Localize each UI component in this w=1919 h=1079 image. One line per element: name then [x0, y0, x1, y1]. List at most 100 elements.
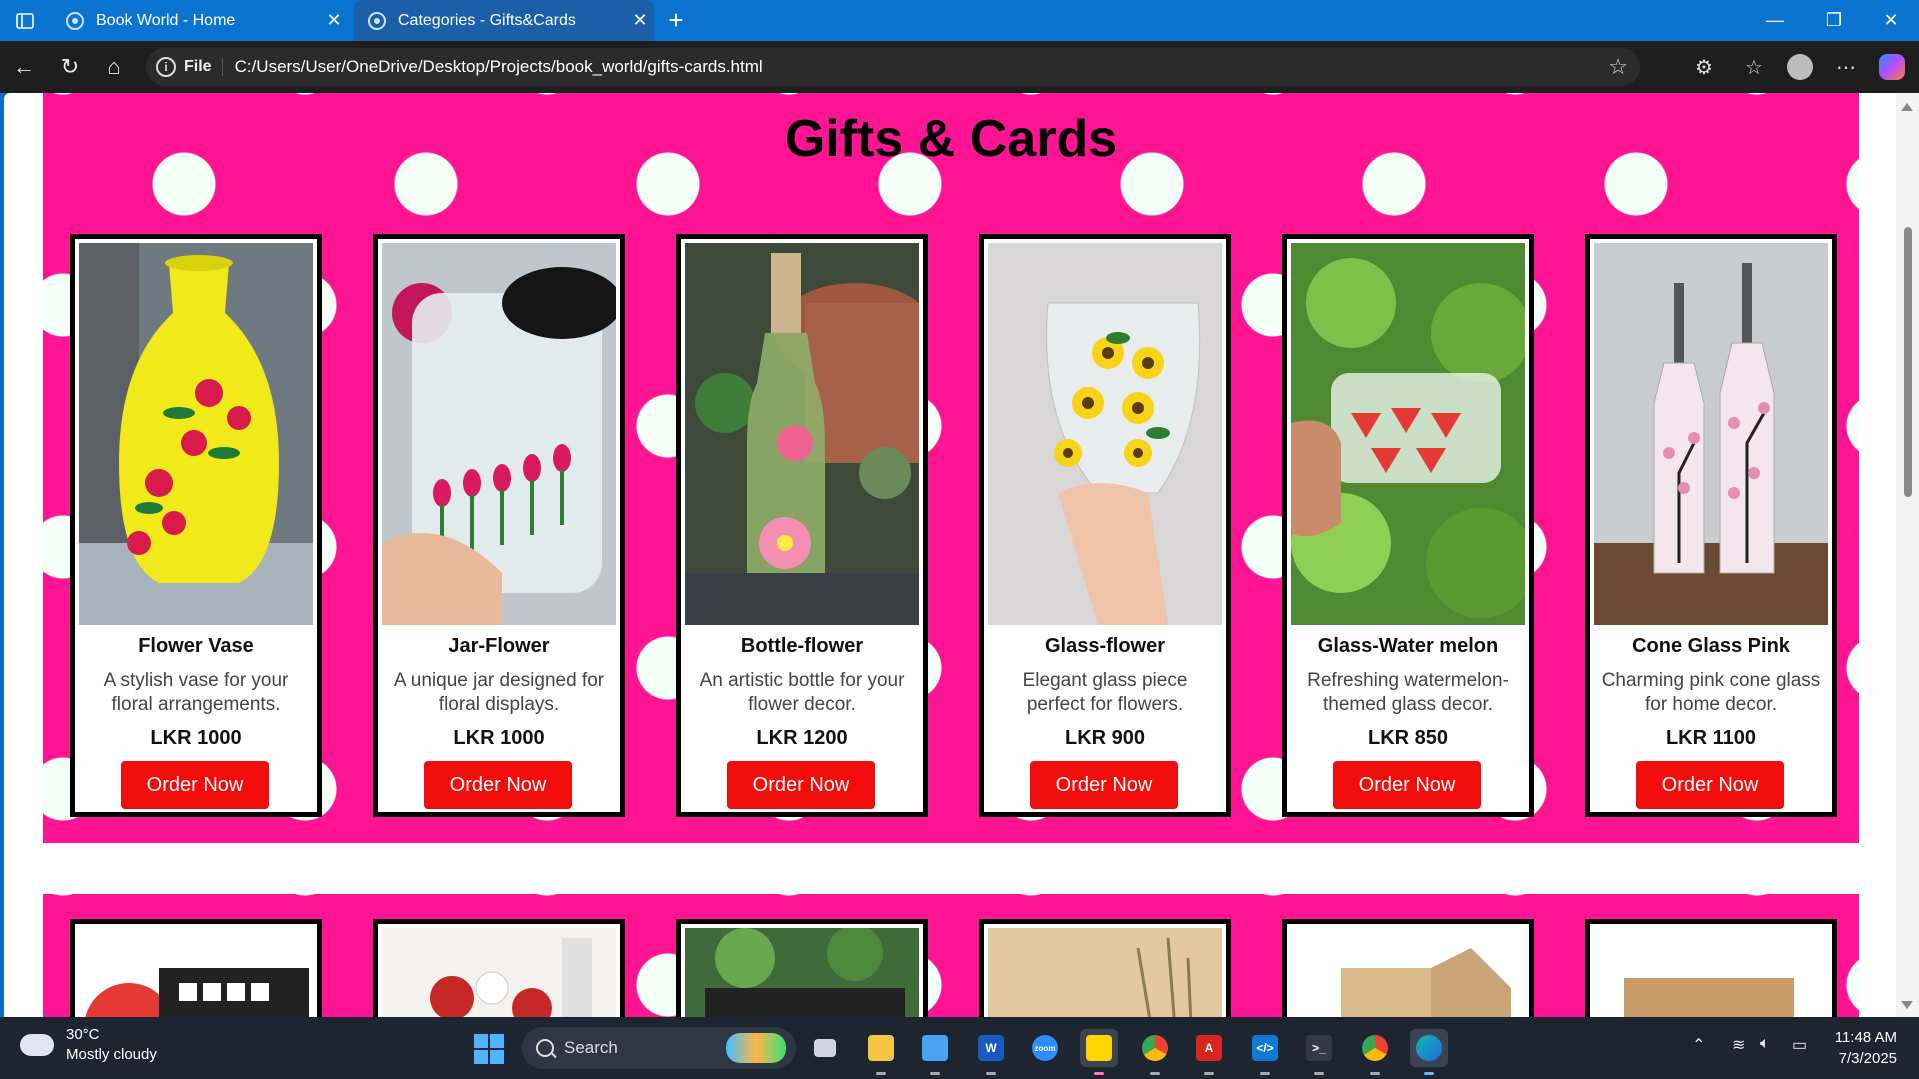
product-price: LKR 850	[1367, 727, 1449, 749]
product-card: Jar-Flower A unique jar designed for flo…	[373, 234, 625, 817]
url-text[interactable]: C:/Users/User/OneDrive/Desktop/Projects/…	[235, 57, 763, 77]
order-now-button[interactable]: Order Now	[1030, 761, 1178, 809]
tab-actions-icon[interactable]	[12, 8, 38, 34]
search-highlight-image	[726, 1033, 786, 1063]
order-now-button[interactable]: Order Now	[727, 761, 875, 809]
clock-time: 11:48 AM	[1834, 1029, 1897, 1046]
order-now-button[interactable]: Order Now	[1333, 761, 1481, 809]
gifts-cards-section-2	[43, 894, 1859, 1017]
page-title: Gifts & Cards	[784, 110, 1118, 168]
clock-date: 7/3/2025	[1838, 1050, 1897, 1067]
tab-label: Book World - Home	[96, 11, 236, 29]
chrome-icon[interactable]	[1136, 1029, 1174, 1075]
favorites-icon[interactable]: ☆	[1738, 51, 1770, 83]
jar-flower-image[interactable]	[382, 243, 616, 625]
scrollbar-thumb[interactable]	[1904, 227, 1912, 497]
scroll-down-icon[interactable]	[1901, 1001, 1913, 1009]
windows-start-icon[interactable]	[474, 1034, 504, 1064]
close-tab-icon[interactable]: ✕	[320, 10, 348, 31]
product-card	[373, 919, 625, 1017]
word-icon[interactable]: W	[972, 1029, 1010, 1075]
tab-label: Categories - Gifts&Cards	[398, 11, 576, 29]
restore-icon[interactable]: ❐	[1806, 0, 1862, 41]
product-card: Flower Vase A stylish vase for your flor…	[70, 234, 322, 817]
copilot-icon[interactable]	[1876, 51, 1908, 83]
glass-flower-image[interactable]	[988, 243, 1222, 625]
order-now-button[interactable]: Order Now	[424, 761, 572, 809]
product-card	[1282, 919, 1534, 1017]
new-tab-icon[interactable]: +	[662, 4, 690, 36]
product-description: A unique jar designed for floral display…	[393, 670, 605, 715]
product-card: Glass-Water melon Refreshing watermelon-…	[1282, 234, 1534, 817]
tab-book-world-home[interactable]: Book World - Home ✕	[52, 0, 348, 41]
product-card	[979, 919, 1231, 1017]
product-price: LKR 1000	[453, 727, 545, 749]
product-name: Jar-Flower	[448, 635, 550, 657]
close-tab-icon[interactable]: ✕	[626, 10, 654, 31]
product-image[interactable]	[1594, 928, 1828, 1017]
order-now-button[interactable]: Order Now	[1636, 761, 1784, 809]
product-card: Bottle-flower An artistic bottle for you…	[676, 234, 928, 817]
show-hidden-icons-icon[interactable]: ⌃	[1692, 1035, 1705, 1055]
search-icon	[536, 1039, 554, 1057]
product-description: Elegant glass piece perfect for flowers.	[1022, 670, 1188, 715]
minimize-icon[interactable]: —	[1747, 0, 1803, 41]
browser-tab-strip: Book World - Home ✕ Categories - Gifts&C…	[0, 0, 1919, 41]
favorite-star-icon[interactable]: ☆	[1608, 54, 1628, 80]
weather-temperature: 30°C	[66, 1026, 100, 1043]
volume-icon[interactable]: 🔈︎	[1760, 1035, 1770, 1053]
page-scrollbar[interactable]	[1896, 93, 1919, 1017]
flower-vase-image[interactable]	[79, 243, 313, 625]
product-card	[676, 919, 928, 1017]
site-info-icon[interactable]: i	[156, 57, 176, 77]
home-icon[interactable]: ⌂	[98, 51, 130, 83]
product-price: LKR 1100	[1665, 727, 1757, 749]
chrome-profile-icon[interactable]	[1356, 1029, 1394, 1075]
sticky-notes-icon[interactable]	[1080, 1029, 1118, 1075]
product-image[interactable]	[79, 928, 313, 1017]
product-card: Cone Glass Pink Charming pink cone glass…	[1585, 234, 1837, 817]
tab-gifts-cards[interactable]: Categories - Gifts&Cards ✕	[354, 0, 654, 41]
product-image[interactable]	[1291, 928, 1525, 1017]
system-clock[interactable]: 11:48 AM 7/3/2025	[1835, 1027, 1897, 1069]
file-explorer-icon[interactable]	[862, 1029, 900, 1075]
product-name: Bottle-flower	[740, 635, 864, 657]
address-bar[interactable]: i File C:/Users/User/OneDrive/Desktop/Pr…	[146, 48, 1640, 86]
battery-icon[interactable]: ▭	[1792, 1035, 1807, 1055]
acrobat-icon[interactable]: A	[1190, 1029, 1228, 1075]
cone-glass-pink-image[interactable]	[1594, 243, 1828, 625]
terminal-icon[interactable]: >_	[1300, 1029, 1338, 1075]
product-name: Glass-Water melon	[1317, 635, 1499, 657]
product-description: Refreshing watermelon-themed glass decor…	[1307, 670, 1509, 715]
refresh-icon[interactable]: ↻	[54, 51, 86, 83]
scroll-up-icon[interactable]	[1901, 103, 1913, 111]
product-image[interactable]	[685, 928, 919, 1017]
site-favicon-icon	[368, 11, 386, 30]
gifts-cards-section: Gifts & Cards Flower Vase A stylish vase…	[43, 93, 1859, 843]
product-name: Cone Glass Pink	[1632, 635, 1790, 657]
product-name: Glass-flower	[1044, 635, 1166, 657]
product-image[interactable]	[988, 928, 1222, 1017]
weather-widget[interactable]: 30°C Mostly cloudy	[14, 1025, 157, 1065]
notepad-icon[interactable]	[916, 1029, 954, 1075]
order-now-button[interactable]: Order Now	[121, 761, 269, 809]
back-icon[interactable]: ←	[8, 51, 40, 83]
taskbar-search[interactable]: Search	[522, 1027, 796, 1069]
task-view-icon[interactable]	[806, 1029, 844, 1067]
product-image[interactable]	[382, 928, 616, 1017]
product-card	[70, 919, 322, 1017]
product-name: Flower Vase	[138, 635, 254, 657]
extensions-icon[interactable]: ⚙	[1688, 51, 1720, 83]
close-window-icon[interactable]: ✕	[1863, 0, 1919, 41]
glass-water-melon-image[interactable]	[1291, 243, 1525, 625]
product-card: Glass-flower Elegant glass piece perfect…	[979, 234, 1231, 817]
bottle-flower-image[interactable]	[685, 243, 919, 625]
zoom-icon[interactable]: zoom	[1026, 1029, 1064, 1067]
edge-icon[interactable]	[1410, 1029, 1448, 1075]
windows-taskbar: 30°C Mostly cloudy Search W zoom A </> >…	[0, 1017, 1919, 1079]
vscode-icon[interactable]: </>	[1246, 1029, 1284, 1075]
profile-avatar-icon[interactable]	[1784, 51, 1816, 83]
product-price: LKR 1000	[150, 727, 242, 749]
wifi-icon[interactable]: ≋	[1732, 1035, 1745, 1055]
more-options-icon[interactable]: ⋯	[1830, 51, 1862, 83]
